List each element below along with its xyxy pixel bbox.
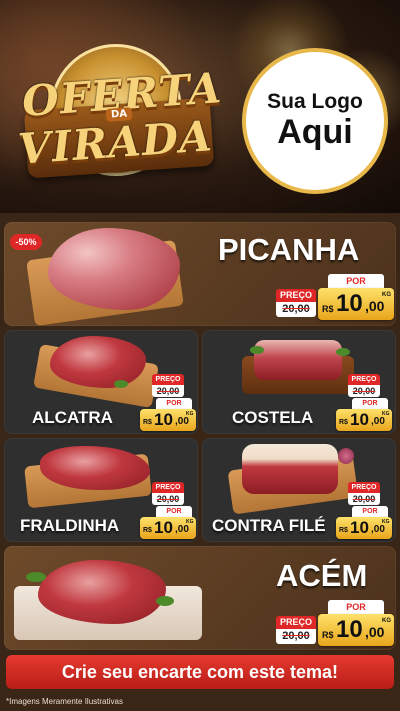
preco-label: PREÇO	[152, 482, 184, 493]
new-price-dec: ,00	[365, 624, 385, 640]
old-price-value: 20,00	[156, 386, 180, 396]
old-price-value: 20,00	[282, 303, 310, 315]
new-price-dec: ,00	[175, 416, 189, 427]
currency-symbol: R$	[143, 527, 152, 534]
product-card-alcatra: PREÇO 20,00 POR ALCATRA R$ 10 ,00 KG	[4, 330, 198, 434]
product-name: PICANHA	[218, 232, 360, 267]
unit-label: KG	[382, 618, 391, 624]
product-card-acem: ACÉM POR PREÇO 20,00 R$ 10 ,00 KG	[4, 546, 396, 650]
old-price: 20,00	[348, 385, 380, 397]
por-label: POR	[156, 398, 192, 409]
old-price: 20,00	[276, 302, 316, 317]
product-name: ALCATRA	[32, 408, 113, 427]
new-price-int: 10	[336, 616, 363, 643]
new-price-dec: ,00	[371, 416, 385, 427]
product-card-picanha: PICANHA POR PREÇO 20,00 R$ 10 ,00 KG	[4, 222, 396, 326]
herb-garnish	[336, 348, 350, 356]
header-banner: OFERTA DA VIRADA Sua Logo Aqui	[0, 0, 400, 213]
por-label: POR	[156, 506, 192, 517]
new-price-tag: R$ 10 ,00 KG	[140, 517, 196, 539]
product-name: ACÉM	[276, 558, 368, 593]
new-price-tag: R$ 10 ,00 KG	[318, 614, 394, 646]
preco-label: PREÇO	[276, 616, 316, 629]
old-price: 20,00	[152, 385, 184, 397]
picanha-meat-image	[48, 228, 180, 310]
new-price-int: 10	[154, 410, 173, 429]
fraldinha-meat-image	[40, 446, 150, 490]
new-price-dec: ,00	[175, 524, 189, 535]
costela-meat-image	[254, 340, 342, 380]
new-price-int: 10	[336, 290, 363, 317]
cta-button[interactable]: Crie seu encarte com este tema!	[6, 655, 394, 689]
unit-label: KG	[186, 519, 194, 525]
old-price: 20,00	[152, 493, 184, 505]
old-price-value: 20,00	[282, 630, 310, 642]
logo-placeholder: Sua Logo Aqui	[242, 48, 388, 194]
herb-garnish	[250, 346, 264, 354]
logo-text-line1: Sua Logo	[267, 90, 363, 114]
product-name: COSTELA	[232, 408, 314, 427]
herb-garnish	[156, 596, 174, 606]
currency-symbol: R$	[143, 419, 152, 426]
disclaimer-note: *Imagens Meramente Ilustrativas	[6, 697, 123, 706]
new-price-tag: R$ 10 ,00 KG	[140, 409, 196, 431]
unit-label: KG	[186, 411, 194, 417]
product-card-costela: PREÇO 20,00 POR COSTELA R$ 10 ,00 KG	[202, 330, 396, 434]
currency-symbol: R$	[339, 527, 348, 534]
contrafile-meat-image	[242, 444, 338, 494]
unit-label: KG	[382, 519, 390, 525]
herb-garnish	[114, 380, 128, 388]
currency-symbol: R$	[339, 419, 348, 426]
new-price-dec: ,00	[371, 524, 385, 535]
onion-garnish	[338, 448, 354, 464]
acem-meat-image	[38, 560, 166, 624]
product-card-fraldinha: PREÇO 20,00 POR FRALDINHA R$ 10 ,00 KG	[4, 438, 198, 542]
campaign-badge: OFERTA DA VIRADA	[10, 42, 224, 192]
new-price-tag: R$ 10 ,00 KG	[318, 288, 394, 320]
new-price-tag: R$ 10 ,00 KG	[336, 409, 392, 431]
new-price-int: 10	[154, 518, 173, 537]
new-price-tag: R$ 10 ,00 KG	[336, 517, 392, 539]
discount-badge: -50%	[10, 234, 42, 250]
old-price-value: 20,00	[156, 494, 180, 504]
por-label: POR	[352, 506, 388, 517]
product-name: FRALDINHA	[20, 516, 120, 535]
new-price-int: 10	[350, 410, 369, 429]
por-label: POR	[352, 398, 388, 409]
new-price-dec: ,00	[365, 298, 385, 314]
preco-label: PREÇO	[276, 289, 316, 302]
old-price-value: 20,00	[352, 386, 376, 396]
preco-label: PREÇO	[348, 374, 380, 385]
unit-label: KG	[382, 292, 391, 298]
old-price: 20,00	[348, 493, 380, 505]
por-label: POR	[328, 274, 384, 288]
preco-label: PREÇO	[152, 374, 184, 385]
preco-label: PREÇO	[348, 482, 380, 493]
old-price-value: 20,00	[352, 494, 376, 504]
new-price-int: 10	[350, 518, 369, 537]
product-name: CONTRA FILÉ	[212, 516, 326, 535]
logo-text-line2: Aqui	[277, 113, 353, 152]
unit-label: KG	[382, 411, 390, 417]
alcatra-meat-image	[50, 336, 146, 388]
currency-symbol: R$	[322, 304, 334, 314]
old-price: 20,00	[276, 629, 316, 644]
currency-symbol: R$	[322, 630, 334, 640]
por-label: POR	[328, 600, 384, 614]
product-card-contrafile: PREÇO 20,00 POR CONTRA FILÉ R$ 10 ,00 KG	[202, 438, 396, 542]
herb-garnish	[26, 572, 46, 582]
